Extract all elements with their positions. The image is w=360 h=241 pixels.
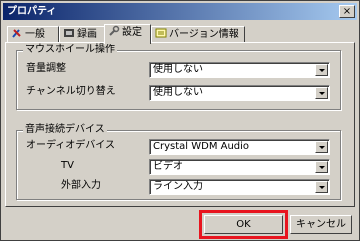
external-input-select-value: ライン入力 — [153, 181, 203, 192]
volume-select[interactable]: 使用しない — [149, 62, 330, 78]
mouse-wheel-group: マウスホイール操作 音量調整 使用しない チャンネル切り替え 使用しない — [16, 44, 341, 110]
external-input-select[interactable]: ライン入力 — [149, 179, 330, 195]
tab-recording-label: 録画 — [77, 29, 97, 40]
channel-select-value: 使用しない — [153, 87, 203, 98]
audio-device-select-value: Crystal WDM Audio — [153, 141, 250, 152]
audio-device-select[interactable]: Crystal WDM Audio — [149, 139, 330, 155]
tab-general[interactable]: 一般 — [7, 26, 59, 43]
wrench-icon — [109, 25, 120, 36]
ok-button-highlight — [199, 210, 288, 239]
chevron-down-icon[interactable] — [315, 64, 328, 76]
tv-label: TV — [61, 160, 74, 171]
tools-icon — [12, 29, 21, 38]
chevron-down-icon[interactable] — [315, 141, 328, 153]
mouse-wheel-group-title: マウスホイール操作 — [23, 44, 117, 56]
tv-select[interactable]: ビデオ — [149, 159, 330, 175]
film-icon — [64, 29, 74, 37]
info-icon — [155, 28, 167, 38]
external-input-label: 外部入力 — [61, 180, 101, 191]
title-bar[interactable]: プロパティ × — [3, 3, 357, 20]
chevron-down-icon[interactable] — [315, 161, 328, 173]
tv-select-value: ビデオ — [153, 161, 183, 172]
audio-device-group: 音声接続デバイス オーディオデバイス Crystal WDM Audio TV … — [16, 124, 341, 200]
channel-label: チャンネル切り替え — [26, 86, 116, 97]
tab-version-info[interactable]: バージョン情報 — [151, 26, 245, 43]
close-button[interactable]: × — [339, 5, 355, 18]
channel-select[interactable]: 使用しない — [149, 85, 330, 101]
chevron-down-icon[interactable] — [315, 181, 328, 193]
volume-label: 音量調整 — [26, 63, 66, 74]
cancel-button[interactable]: キャンセル — [290, 215, 352, 234]
window-title: プロパティ — [7, 6, 57, 17]
audio-device-label: オーディオデバイス — [26, 140, 115, 151]
tab-recording[interactable]: 録画 — [59, 26, 105, 43]
audio-device-group-title: 音声接続デバイス — [23, 124, 107, 136]
tab-general-label: 一般 — [25, 29, 45, 40]
volume-select-value: 使用しない — [153, 64, 203, 75]
tab-settings[interactable]: 設定 — [104, 24, 151, 44]
tab-version-info-label: バージョン情報 — [169, 29, 239, 40]
chevron-down-icon[interactable] — [315, 87, 328, 99]
settings-panel: マウスホイール操作 音量調整 使用しない チャンネル切り替え 使用しない 音声接… — [5, 42, 355, 207]
properties-window: プロパティ × 一般 録画 設定 バージョン情報 マウスホイール操作 音量調整 … — [0, 0, 360, 241]
tab-settings-label: 設定 — [122, 27, 142, 38]
